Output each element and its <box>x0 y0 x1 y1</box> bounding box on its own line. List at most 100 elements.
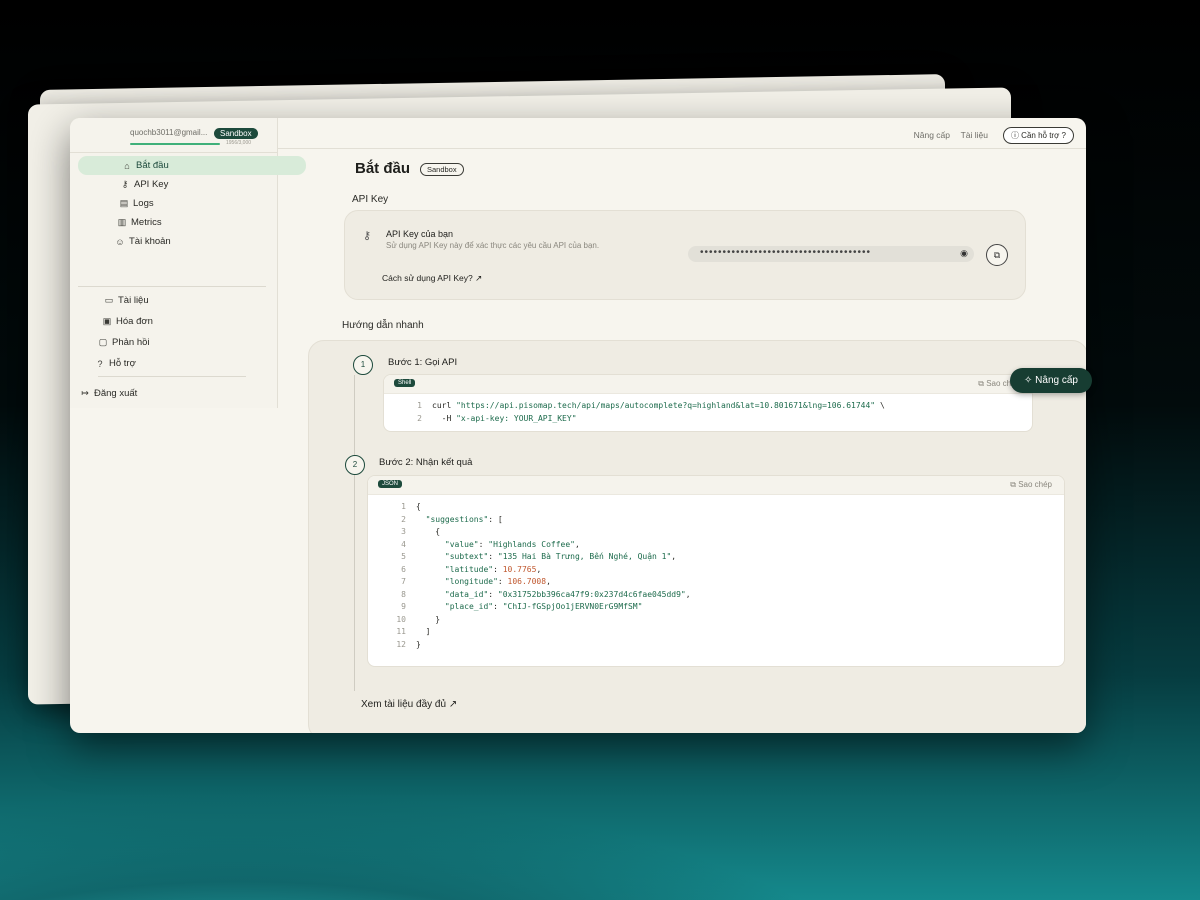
language-badge: Shell <box>394 379 416 387</box>
account-email: quochb3011@gmail... <box>130 128 208 137</box>
code-body: 1 curl "https://api.pisomap.tech/api/maps… <box>384 394 1032 425</box>
code-line: 8 "data_id": "0x31752bb396ca47f9:0x237d4… <box>368 589 1064 602</box>
code-line: 2 -H "x-api-key: YOUR_API_KEY" <box>384 413 1032 426</box>
line-number: 8 <box>401 589 406 599</box>
external-link-icon: ↗ <box>475 273 483 283</box>
docs-link[interactable]: Tài liệu <box>961 130 988 140</box>
code-line: 9 "place_id": "ChIJ-fGSpjOo1jERVN0ErG9Mf… <box>368 601 1064 614</box>
line-number: 11 <box>396 627 406 636</box>
code-line: 1 curl "https://api.pisomap.tech/api/maps… <box>384 400 1032 413</box>
language-badge: JSON <box>378 480 403 488</box>
code-token: 10.7765 <box>502 564 537 574</box>
code-line: 1{ <box>368 501 1064 514</box>
sidebar-item-feedback[interactable]: ▢ Phản hồi <box>78 333 282 352</box>
sidebar-item-getting-started[interactable]: ⌂ Bắt đầu <box>78 156 306 175</box>
code-body: 1{2 "suggestions": [3 {4 "value": "Highl… <box>368 495 1064 651</box>
code-token: "x-api-key: YOUR_API_KEY" <box>456 413 577 423</box>
code-block-shell: Shell ⧉ Sao chép 1 curl "https://api.piso… <box>383 374 1033 432</box>
upgrade-fab-button[interactable]: ✧ Nâng cấp <box>1010 368 1092 393</box>
step-number: 2 <box>345 455 365 475</box>
code-token: 106.7008 <box>507 577 547 586</box>
sidebar-item-support[interactable]: ? Hỗ trợ <box>78 354 279 373</box>
sidebar-item-label: Logs <box>133 198 154 209</box>
api-key-field[interactable]: •••••••••••••••••••••••••••••••••••••• ◉ <box>688 246 974 262</box>
sidebar-divider <box>98 376 246 377</box>
full-docs-link[interactable]: Xem tài liệu đầy đủ ↗ <box>361 699 457 710</box>
code-token: "value" <box>444 539 479 549</box>
line-number: 4 <box>401 539 406 549</box>
code-token: : <box>497 577 508 586</box>
code-token: \ <box>875 401 885 410</box>
external-link-icon: ↗ <box>448 699 458 710</box>
code-token: "0x31752bb396ca47f9:0x237d4c6fae045dd9" <box>497 589 686 599</box>
chart-icon: ▥ <box>117 217 127 227</box>
copy-label: Sao chép <box>1018 480 1052 489</box>
copy-icon: ⧉ <box>993 250 1001 260</box>
code-line: 4 "value": "Highlands Coffee", <box>368 539 1064 552</box>
code-token: "Highlands Coffee" <box>488 539 575 549</box>
quick-start-section-label: Hướng dẫn nhanh <box>342 320 424 331</box>
help-button[interactable]: ⓘ Cần hỗ trợ ? <box>1002 127 1074 144</box>
code-header: JSON ⧉ Sao chép <box>368 476 1064 495</box>
code-header: Shell ⧉ Sao chép <box>384 375 1032 394</box>
copy-code-button[interactable]: ⧉ Sao chép <box>1010 480 1052 490</box>
code-token: } <box>416 639 421 649</box>
sidebar-divider <box>78 286 266 287</box>
sidebar-item-label: Tài khoản <box>129 236 171 247</box>
code-token: "https://api.pisomap.tech/api/maps/autoc… <box>456 401 876 410</box>
status-badge: Sandbox <box>420 163 464 176</box>
message-icon: ▢ <box>98 337 108 347</box>
code-token: : <box>493 564 503 574</box>
logout-label: Đăng xuất <box>94 388 138 399</box>
topbar: Nâng cấp Tài liệu ⓘ Cần hỗ trợ ? <box>277 118 1086 149</box>
code-token: : <box>488 589 498 599</box>
code-token: "ChIJ-fGSpjOo1jERVN0ErG9MfSM" <box>502 602 643 611</box>
api-key-title: API Key của bạn <box>386 229 454 239</box>
sidebar-item-label: Hóa đơn <box>116 316 153 327</box>
line-number: 7 <box>401 577 406 586</box>
code-token: { <box>416 527 441 536</box>
sidebar-item-account[interactable]: ☺ Tài khoản <box>78 232 299 251</box>
line-number: 12 <box>396 639 406 649</box>
code-token: : [ <box>488 514 503 524</box>
upgrade-link[interactable]: Nâng cấp <box>914 130 950 140</box>
code-token: "135 Hai Bà Trưng, Bến Nghé, Quận 1" <box>497 552 672 561</box>
api-key-help-link[interactable]: Cách sử dụng API Key? ↗ <box>382 273 482 284</box>
code-block-json: JSON ⧉ Sao chép 1{2 "suggestions": [3 {4… <box>367 475 1065 667</box>
receipt-icon: ▣ <box>102 316 112 326</box>
copy-icon: ⧉ <box>1010 480 1019 489</box>
account-switcher[interactable]: quochb3011@gmail... Sandbox 1956/3,000 <box>70 118 277 153</box>
sidebar-nav-secondary: ▭ Tài liệu ▣ Hóa đơn ▢ Phản hồi ? Hỗ trợ <box>78 291 288 373</box>
api-key-help-link-label: Cách sử dụng API Key? <box>382 273 473 283</box>
code-token: : <box>493 602 503 611</box>
api-key-masked-value: •••••••••••••••••••••••••••••••••••••• <box>700 247 872 258</box>
logout-button[interactable]: ↦ Đăng xuất <box>76 384 264 403</box>
copy-key-button[interactable]: ⧉ <box>986 244 1008 266</box>
line-number: 3 <box>401 527 406 536</box>
sparkle-icon: ✧ <box>1024 375 1036 386</box>
line-number: 10 <box>396 614 406 624</box>
line-number: 1 <box>401 502 406 511</box>
sidebar-item-api-key[interactable]: ⚷ API Key <box>78 175 304 194</box>
sidebar-item-label: Phản hồi <box>112 337 150 348</box>
code-token: , <box>546 577 551 586</box>
sidebar-item-logs[interactable]: ▤ Logs <box>78 194 303 213</box>
full-docs-link-label: Xem tài liệu đầy đủ <box>361 699 447 710</box>
home-icon: ⌂ <box>124 160 130 171</box>
sidebar-item-invoices[interactable]: ▣ Hóa đơn <box>78 312 286 331</box>
sidebar-item-metrics[interactable]: ▥ Metrics <box>78 213 301 232</box>
line-number: 1 <box>417 401 422 410</box>
step-number: 1 <box>353 355 373 375</box>
code-token: : <box>478 539 489 549</box>
sidebar-item-label: Hỗ trợ <box>109 358 136 369</box>
code-token: : <box>488 552 498 561</box>
sidebar-item-docs[interactable]: ▭ Tài liệu <box>78 291 288 310</box>
app-window: quochb3011@gmail... Sandbox 1956/3,000 ⌂… <box>70 118 1086 733</box>
eye-icon[interactable]: ◉ <box>960 248 968 259</box>
code-token: , <box>671 552 677 561</box>
help-icon: ⓘ <box>1010 131 1022 140</box>
